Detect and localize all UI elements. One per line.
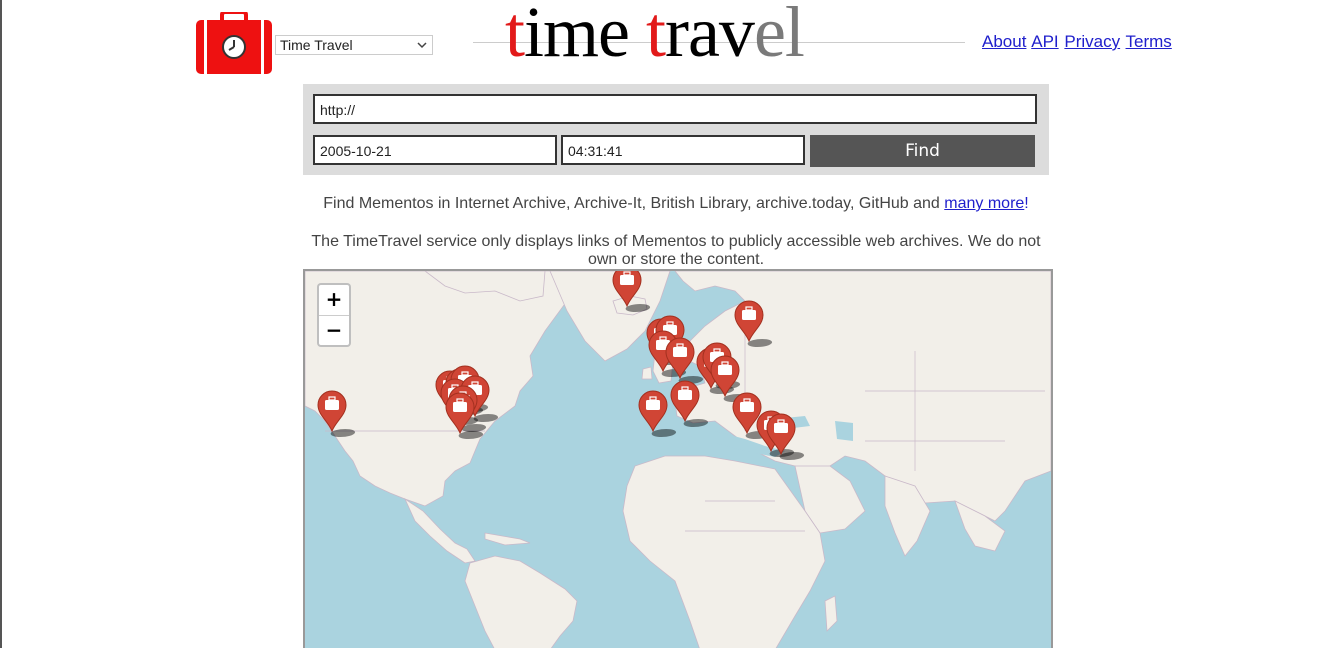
find-button[interactable]: Find (810, 135, 1035, 167)
search-form: http:// 2005-10-21 04:31:41 Find (303, 84, 1049, 175)
date-input[interactable]: 2005-10-21 (313, 135, 557, 165)
time-input[interactable]: 04:31:41 (561, 135, 805, 165)
archives-info-text: Find Mementos in Internet Archive, Archi… (323, 195, 945, 212)
service-select-value: Time Travel (280, 37, 353, 53)
zoom-out-button[interactable]: − (319, 316, 349, 346)
nav-link-about[interactable]: About (982, 32, 1026, 51)
nav-link-privacy[interactable]: Privacy (1064, 32, 1120, 51)
nav-link-terms[interactable]: Terms (1126, 32, 1172, 51)
service-select[interactable]: Time Travel (275, 35, 433, 55)
many-more-link[interactable]: many more (944, 195, 1024, 212)
top-nav: About API Privacy Terms (982, 32, 1173, 52)
many-more-bang[interactable]: ! (1024, 195, 1028, 212)
map-tiles (305, 271, 1051, 648)
title-part: t (505, 0, 525, 72)
archives-map[interactable]: + − (303, 269, 1053, 648)
zoom-in-button[interactable]: + (319, 285, 349, 316)
title-part: el (753, 0, 805, 72)
archives-info: Find Mementos in Internet Archive, Archi… (303, 195, 1049, 213)
zoom-control: + − (317, 283, 351, 347)
title-part: ime (524, 0, 630, 72)
window-edge (0, 0, 2, 648)
title-part: t (645, 0, 666, 72)
disclaimer-text: The TimeTravel service only displays lin… (311, 233, 1041, 268)
chevron-down-icon (417, 42, 427, 49)
site-title: time travel (505, 0, 805, 72)
title-part (629, 0, 646, 72)
nav-link-api[interactable]: API (1031, 32, 1058, 51)
url-input[interactable]: http:// (313, 94, 1037, 124)
title-part: rav (665, 0, 755, 72)
suitcase-clock-icon[interactable] (195, 10, 273, 74)
